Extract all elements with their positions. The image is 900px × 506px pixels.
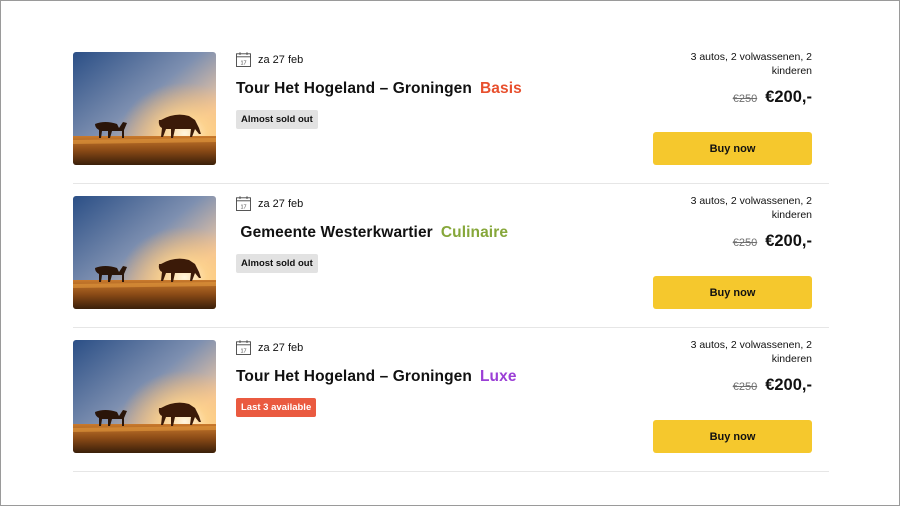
offer-title: Gemeente Westerkwartier Culinaire xyxy=(236,224,508,242)
calendar-icon: 17 xyxy=(236,340,251,355)
offer-card: 17 za 27 feb Gemeente Westerkwartier Culi… xyxy=(73,184,829,328)
offer-image-horses-sunset[interactable] xyxy=(73,196,216,309)
svg-text:17: 17 xyxy=(240,60,246,66)
offer-date: za 27 feb xyxy=(258,53,304,66)
offer-image-horses-sunset[interactable] xyxy=(73,340,216,453)
offer-date: za 27 feb xyxy=(258,341,304,354)
buy-now-button[interactable]: Buy now xyxy=(653,132,812,165)
offer-card: 17 za 27 feb Tour Het Hogeland – Groning… xyxy=(73,328,829,472)
offer-image-horses-sunset[interactable] xyxy=(73,52,216,165)
old-price: €250 xyxy=(732,93,758,105)
offer-list: 17 za 27 feb Tour Het Hogeland – Groning… xyxy=(73,40,829,472)
current-price: €200,- xyxy=(765,232,812,250)
availability-badge: Almost sold out xyxy=(236,110,318,129)
travellers-summary: 3 autos, 2 volwassenen, 2 kinderen xyxy=(690,51,812,77)
buy-now-button[interactable]: Buy now xyxy=(653,276,812,309)
offer-card: 17 za 27 feb Tour Het Hogeland – Groning… xyxy=(73,40,829,184)
travellers-summary: 3 autos, 2 volwassenen, 2 kinderen xyxy=(690,195,812,221)
old-price: €250 xyxy=(732,237,758,249)
current-price: €200,- xyxy=(765,88,812,106)
horses-sunset-image xyxy=(73,340,216,453)
offer-title-text: Tour Het Hogeland – Groningen xyxy=(236,368,472,385)
availability-badge: Last 3 available xyxy=(236,398,317,417)
price-row: €250 €200,- xyxy=(733,88,812,107)
date-row: 17 za 27 feb xyxy=(236,52,303,67)
offer-tier: Culinaire xyxy=(440,224,509,241)
travellers-summary: 3 autos, 2 volwassenen, 2 kinderen xyxy=(690,339,812,365)
svg-text:17: 17 xyxy=(240,204,246,210)
price-row: €250 €200,- xyxy=(733,232,812,251)
old-price: €250 xyxy=(732,381,758,393)
offer-title: Tour Het Hogeland – Groningen Basis xyxy=(236,80,522,98)
offer-title-text: Tour Het Hogeland – Groningen xyxy=(236,80,472,97)
svg-text:17: 17 xyxy=(240,348,246,354)
date-row: 17 za 27 feb xyxy=(236,196,303,211)
offer-tier: Luxe xyxy=(479,368,517,385)
calendar-icon: 17 xyxy=(236,52,251,67)
calendar-icon: 17 xyxy=(236,196,251,211)
offer-title-text: Gemeente Westerkwartier xyxy=(236,224,433,241)
current-price: €200,- xyxy=(765,376,812,394)
buy-now-button[interactable]: Buy now xyxy=(653,420,812,453)
availability-badge: Almost sold out xyxy=(236,254,318,273)
horses-sunset-image xyxy=(73,52,216,165)
offer-tier: Basis xyxy=(479,80,522,97)
price-row: €250 €200,- xyxy=(733,376,812,395)
horses-sunset-image xyxy=(73,196,216,309)
offer-title: Tour Het Hogeland – Groningen Luxe xyxy=(236,368,517,386)
offer-date: za 27 feb xyxy=(258,197,304,210)
date-row: 17 za 27 feb xyxy=(236,340,303,355)
